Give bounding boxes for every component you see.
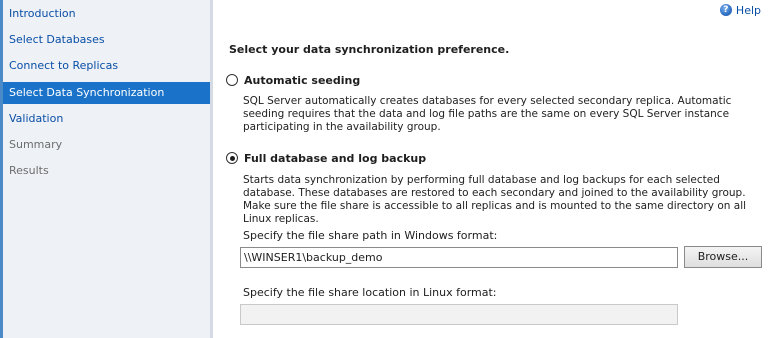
automatic-seeding-description: SQL Server automatically creates databas… [243, 95, 732, 133]
help-label: Help [735, 3, 761, 17]
automatic-seeding-radio[interactable] [226, 74, 238, 86]
sidebar-item-connect-to-replicas[interactable]: Connect to Replicas [3, 55, 210, 77]
help-link[interactable]: ? Help [719, 1, 761, 19]
sidebar-item-results: Results [9, 164, 49, 177]
full-backup-option[interactable]: Full database and log backup [226, 150, 426, 166]
automatic-seeding-label: Automatic seeding [244, 73, 361, 87]
linux-path-label: Specify the file share location in Linux… [243, 286, 497, 299]
full-backup-radio[interactable] [226, 152, 238, 164]
page-title: Select your data synchronization prefere… [229, 43, 510, 56]
wizard-sidebar: Introduction Select Databases Connect to… [0, 0, 210, 338]
sidebar-item-summary: Summary [9, 138, 63, 151]
linux-path-input[interactable] [240, 304, 678, 325]
help-icon: ? [719, 4, 732, 16]
windows-path-label: Specify the file share path in Windows f… [243, 229, 498, 242]
automatic-seeding-option[interactable]: Automatic seeding [226, 72, 360, 88]
sidebar-item-introduction[interactable]: Introduction [3, 3, 210, 25]
sidebar-item-select-databases[interactable]: Select Databases [3, 29, 210, 51]
windows-path-input[interactable]: \\WINSER1\backup_demo [240, 247, 678, 268]
browse-button[interactable]: Browse... [684, 246, 762, 268]
sidebar-item-validation[interactable]: Validation [3, 108, 210, 130]
full-backup-description: Starts data synchronization by performin… [243, 174, 747, 225]
full-backup-label: Full database and log backup [244, 151, 427, 165]
sidebar-divider [210, 0, 213, 338]
sidebar-item-select-data-synchronization[interactable]: Select Data Synchronization [3, 82, 210, 104]
